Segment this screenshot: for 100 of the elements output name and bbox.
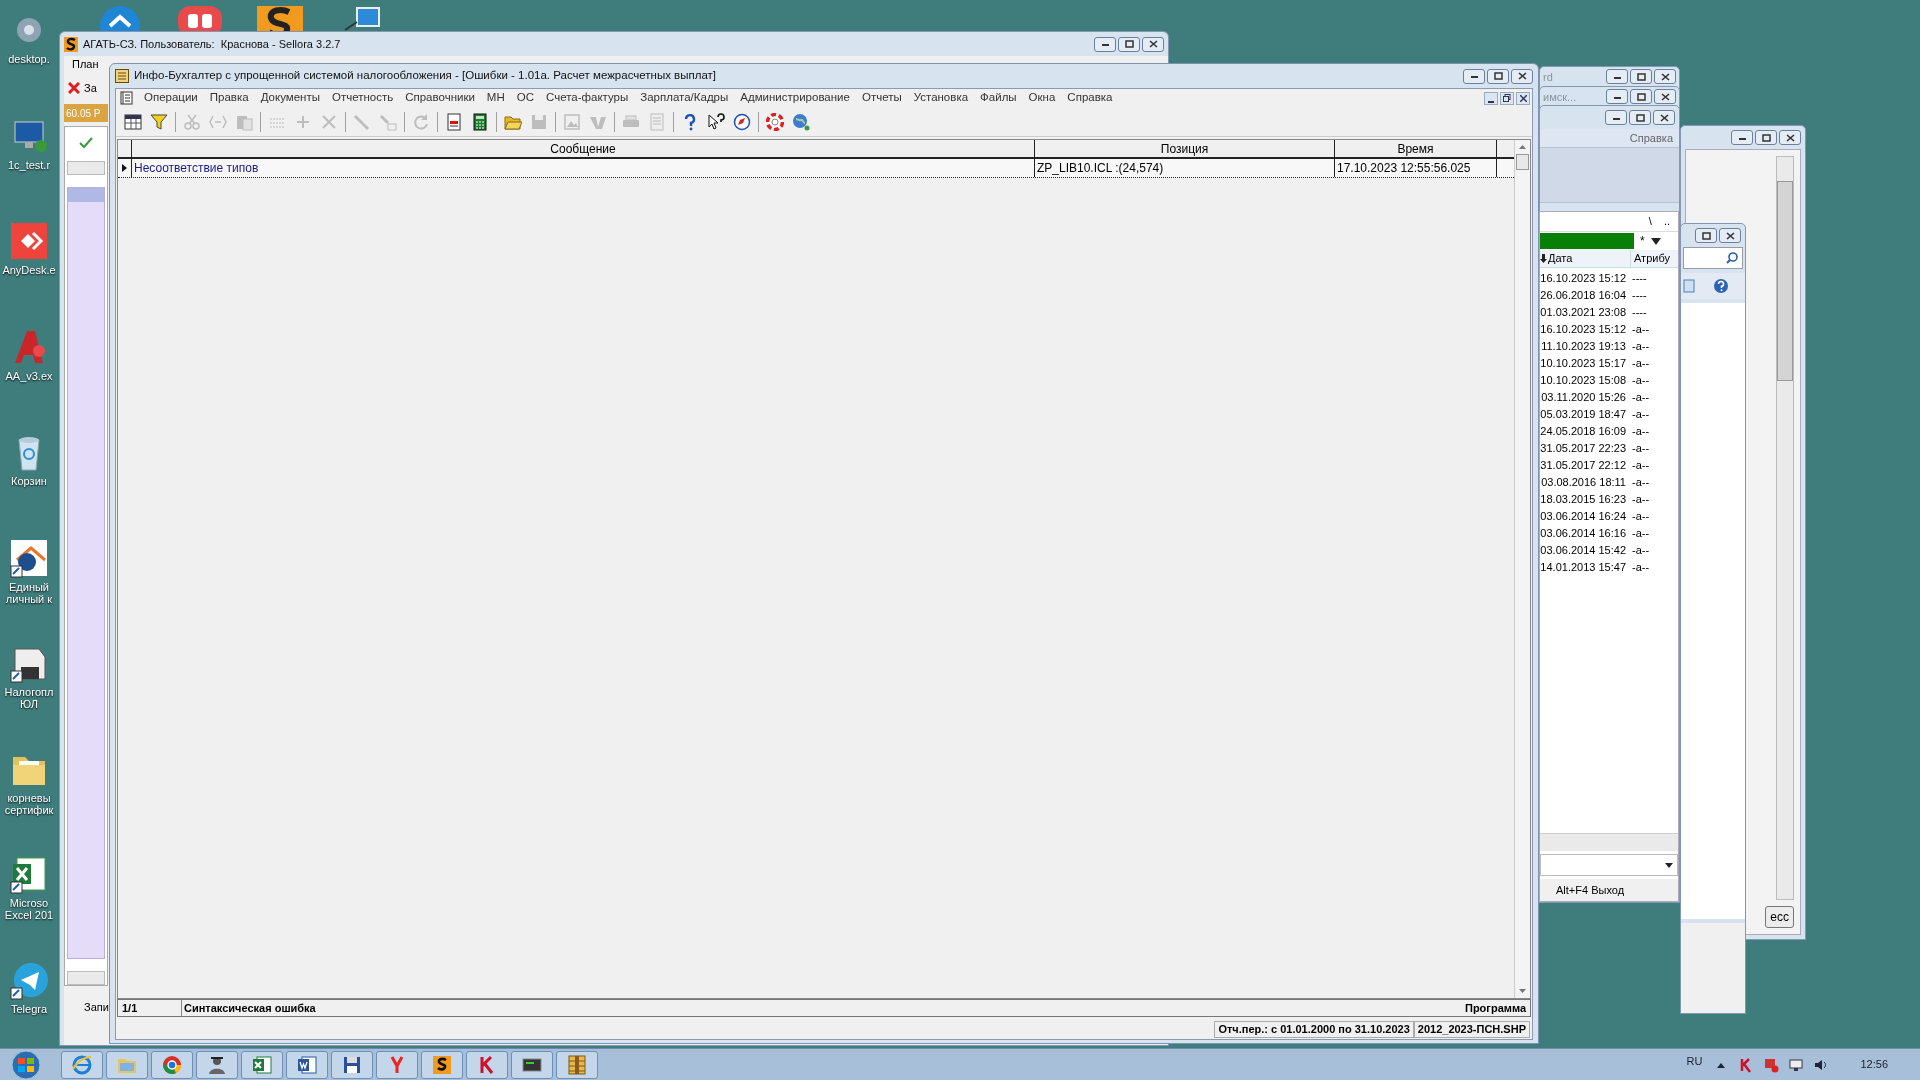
menu-item[interactable]: Справочники	[399, 89, 481, 107]
house-logo-icon[interactable]	[9, 537, 49, 578]
calculator-icon[interactable]	[471, 112, 489, 131]
scrollbar-thumb[interactable]	[1777, 181, 1793, 381]
close-icon	[1660, 92, 1670, 101]
attribute-cell-text: -a--	[1631, 543, 1650, 559]
close-button[interactable]	[1654, 89, 1676, 104]
close-button[interactable]	[1719, 228, 1741, 243]
horizontal-scrollbar[interactable]	[1540, 833, 1678, 851]
taskbar-button[interactable]	[511, 1050, 553, 1079]
menu-item[interactable]: Файлы	[974, 89, 1023, 107]
close-button[interactable]	[1779, 130, 1801, 145]
input-field[interactable]	[67, 161, 105, 175]
close-button[interactable]	[1511, 68, 1533, 84]
scrollbar[interactable]	[1776, 156, 1794, 900]
circle-arrow-icon[interactable]	[98, 4, 142, 32]
horizontal-scrollbar[interactable]	[67, 971, 105, 985]
restore-button[interactable]	[1500, 91, 1514, 105]
column-header[interactable]: Сообщение	[132, 140, 1035, 157]
taskbar-button[interactable]	[421, 1050, 463, 1079]
diamond-logo-icon[interactable]	[9, 221, 49, 261]
monitor-icon[interactable]	[343, 6, 381, 32]
minimize-button[interactable]	[1731, 130, 1753, 145]
close-icon	[1148, 40, 1158, 48]
maximize-button[interactable]	[1487, 68, 1509, 84]
maximize-button[interactable]	[1630, 89, 1652, 104]
column-header[interactable]: Позиция	[1035, 140, 1335, 157]
menu-item[interactable]: Отчеты	[855, 89, 908, 107]
pointer-help-icon[interactable]	[707, 112, 725, 131]
close-icon	[1659, 113, 1669, 122]
dropdown-arrow-icon[interactable]	[1650, 237, 1661, 245]
flag-icon[interactable]	[1763, 1056, 1780, 1073]
funnel-icon[interactable]	[150, 112, 168, 131]
menu-item[interactable]: Справка	[1061, 89, 1119, 107]
close-button[interactable]	[1142, 36, 1164, 52]
document-icon[interactable]	[120, 91, 134, 105]
check-icon[interactable]	[79, 137, 93, 149]
column-header[interactable]: Время	[1335, 140, 1497, 157]
filter-mask: *	[1640, 233, 1645, 250]
lifebuoy-icon[interactable]	[766, 112, 784, 131]
spreadsheet-icon[interactable]	[9, 854, 49, 894]
menu-item[interactable]: Отчетность	[325, 89, 400, 107]
network-icon[interactable]	[1788, 1056, 1805, 1073]
minimize-button[interactable]	[1484, 91, 1498, 105]
close-button[interactable]	[1653, 110, 1675, 125]
maximize-button[interactable]	[1629, 110, 1651, 125]
date-cell-text: 03.06.2014 16:24	[1539, 509, 1626, 525]
column-header[interactable]: Дата	[1540, 250, 1630, 267]
close-button[interactable]	[1516, 91, 1530, 105]
maximize-button[interactable]	[1695, 228, 1717, 243]
dropdown-field[interactable]	[1540, 854, 1678, 876]
menu-item[interactable]: Счета-фактуры	[540, 89, 635, 107]
document-icon[interactable]	[445, 112, 463, 131]
menu-item[interactable]: Правка	[203, 89, 255, 107]
maximize-button[interactable]	[1755, 130, 1777, 145]
attribute-cell-text: -a--	[1631, 322, 1650, 338]
menu-item[interactable]: Документы	[254, 89, 326, 107]
minimize-button[interactable]	[1605, 110, 1627, 125]
language-indicator[interactable]: RU	[1686, 1053, 1703, 1070]
path-segment[interactable]: \	[1648, 213, 1652, 230]
menu-item[interactable]: Зарплата/Кадры	[634, 89, 735, 107]
toolbar-label[interactable]: За	[84, 79, 97, 97]
scrollbar[interactable]	[1514, 140, 1530, 998]
globe-icon[interactable]	[792, 112, 810, 131]
menu-item[interactable]: Администрирование	[734, 89, 856, 107]
close-button[interactable]	[1654, 69, 1676, 84]
dropdown-arrow-icon	[1665, 862, 1673, 868]
attribute-cell-text: ----	[1631, 288, 1647, 304]
search-field[interactable]	[1683, 247, 1743, 269]
help-icon[interactable]	[1713, 278, 1729, 294]
scrollbar-thumb[interactable]	[1516, 154, 1529, 170]
attribute-cell-text: -a--	[1631, 339, 1650, 355]
maximize-icon	[1493, 72, 1503, 80]
record-icon[interactable]	[178, 4, 222, 32]
menu-item[interactable]: Операции	[138, 89, 204, 107]
minimize-button[interactable]	[1606, 69, 1628, 84]
s-logo-icon[interactable]	[257, 4, 303, 32]
menu-item[interactable]: Окна	[1022, 89, 1062, 107]
menu-item[interactable]: План	[72, 55, 99, 73]
taskbar-button[interactable]	[286, 1050, 328, 1079]
maximize-button[interactable]	[1118, 36, 1140, 52]
period-label: Отч.пер.: с 01.01.2000 по 31.10.2023	[1214, 1020, 1414, 1038]
process-button[interactable]: есс	[1765, 906, 1794, 928]
delete-icon[interactable]	[68, 82, 80, 94]
minimize-button[interactable]	[1463, 68, 1485, 84]
minimize-button[interactable]	[1094, 36, 1116, 52]
menu-item[interactable]: Установка	[907, 89, 975, 107]
desktop-icon-label: desktop.	[8, 53, 50, 65]
path-segment[interactable]: ..	[1663, 213, 1670, 230]
compass-icon[interactable]	[733, 112, 751, 131]
search-icon[interactable]	[1726, 252, 1738, 264]
taskbar-button[interactable]	[331, 1050, 373, 1079]
tray-arrow-icon[interactable]	[1717, 1061, 1726, 1068]
menu-item[interactable]: МН	[480, 89, 511, 107]
minimize-button[interactable]	[1606, 89, 1628, 104]
maximize-button[interactable]	[1630, 69, 1652, 84]
menu-item[interactable]: ОС	[510, 89, 540, 107]
table-icon[interactable]	[124, 112, 142, 131]
column-header[interactable]: Атрибу	[1630, 250, 1670, 267]
clock[interactable]: 12:56	[1860, 1056, 1888, 1073]
